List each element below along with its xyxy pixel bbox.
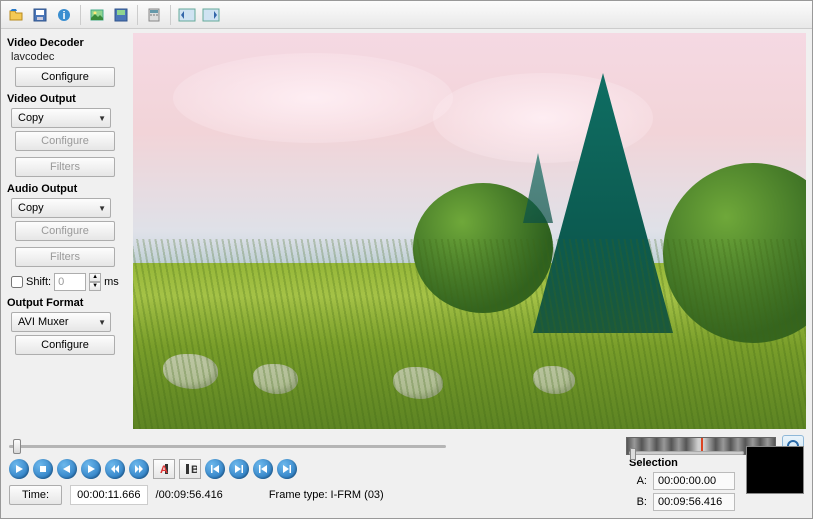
mark-a-button[interactable]: A — [153, 459, 175, 479]
play-button[interactable] — [9, 459, 29, 479]
shift-spinner-buttons[interactable]: ▲▼ — [89, 273, 101, 291]
total-time: /00:09:56.416 — [156, 489, 223, 501]
sidebar: Video Decoder lavcodec Configure Video O… — [1, 29, 133, 433]
video-decoder-value: lavcodec — [11, 51, 127, 63]
output-format-title: Output Format — [7, 297, 127, 309]
video-decoder-title: Video Decoder — [7, 37, 127, 49]
image-save-icon[interactable] — [110, 4, 132, 26]
next-black-button[interactable] — [277, 459, 297, 479]
svg-text:A: A — [160, 464, 168, 475]
shift-label: Shift: — [26, 276, 51, 288]
video-output-select[interactable]: Copy ▼ — [11, 108, 111, 128]
video-output-selected: Copy — [18, 112, 44, 124]
rewind-button[interactable] — [105, 459, 125, 479]
timeline-slider[interactable] — [9, 445, 446, 448]
forward-button[interactable] — [129, 459, 149, 479]
video-output-configure-button: Configure — [15, 131, 115, 151]
mark-b-button[interactable]: B — [179, 459, 201, 479]
audio-output-select[interactable]: Copy ▼ — [11, 198, 111, 218]
image-open-icon[interactable] — [86, 4, 108, 26]
goto-start-icon[interactable] — [176, 4, 198, 26]
save-icon[interactable] — [29, 4, 51, 26]
chevron-down-icon: ▼ — [98, 114, 106, 123]
current-time: 00:00:11.666 — [70, 485, 147, 505]
stop-button[interactable] — [33, 459, 53, 479]
video-output-title: Video Output — [7, 93, 127, 105]
frame-type: Frame type: I-FRM (03) — [269, 489, 384, 501]
svg-text:B: B — [191, 464, 197, 475]
selection-a-label: A: — [629, 475, 647, 487]
timeline-thumb[interactable] — [13, 439, 21, 454]
output-format-selected: AVI Muxer — [18, 316, 69, 328]
chevron-down-icon: ▼ — [98, 204, 106, 213]
goto-end-icon[interactable] — [200, 4, 222, 26]
audio-output-filters-button: Filters — [15, 247, 115, 267]
chevron-down-icon: ▼ — [98, 318, 106, 327]
selection-b-label: B: — [629, 496, 647, 508]
next-frame-button[interactable] — [81, 459, 101, 479]
prev-black-button[interactable] — [253, 459, 273, 479]
shift-spinner[interactable]: 0 — [54, 273, 86, 291]
shift-unit: ms — [104, 276, 119, 288]
video-preview — [133, 33, 806, 429]
prev-frame-button[interactable] — [57, 459, 77, 479]
shift-checkbox[interactable] — [11, 276, 23, 288]
main-toolbar: i — [1, 1, 812, 29]
selection-slider[interactable] — [629, 451, 744, 455]
output-format-configure-button[interactable]: Configure — [15, 335, 115, 355]
selection-b-value[interactable]: 00:09:56.416 — [653, 493, 735, 511]
time-button[interactable]: Time: — [9, 485, 62, 505]
prev-keyframe-button[interactable] — [205, 459, 225, 479]
selection-a-value[interactable]: 00:00:00.00 — [653, 472, 735, 490]
video-decoder-configure-button[interactable]: Configure — [15, 67, 115, 87]
audio-output-selected: Copy — [18, 202, 44, 214]
open-icon[interactable] — [5, 4, 27, 26]
audio-output-title: Audio Output — [7, 183, 127, 195]
thumbnail-preview — [746, 446, 804, 494]
video-output-filters-button: Filters — [15, 157, 115, 177]
svg-text:i: i — [62, 10, 65, 22]
output-format-select[interactable]: AVI Muxer ▼ — [11, 312, 111, 332]
info-icon[interactable]: i — [53, 4, 75, 26]
next-keyframe-button[interactable] — [229, 459, 249, 479]
audio-output-configure-button: Configure — [15, 221, 115, 241]
calculator-icon[interactable] — [143, 4, 165, 26]
